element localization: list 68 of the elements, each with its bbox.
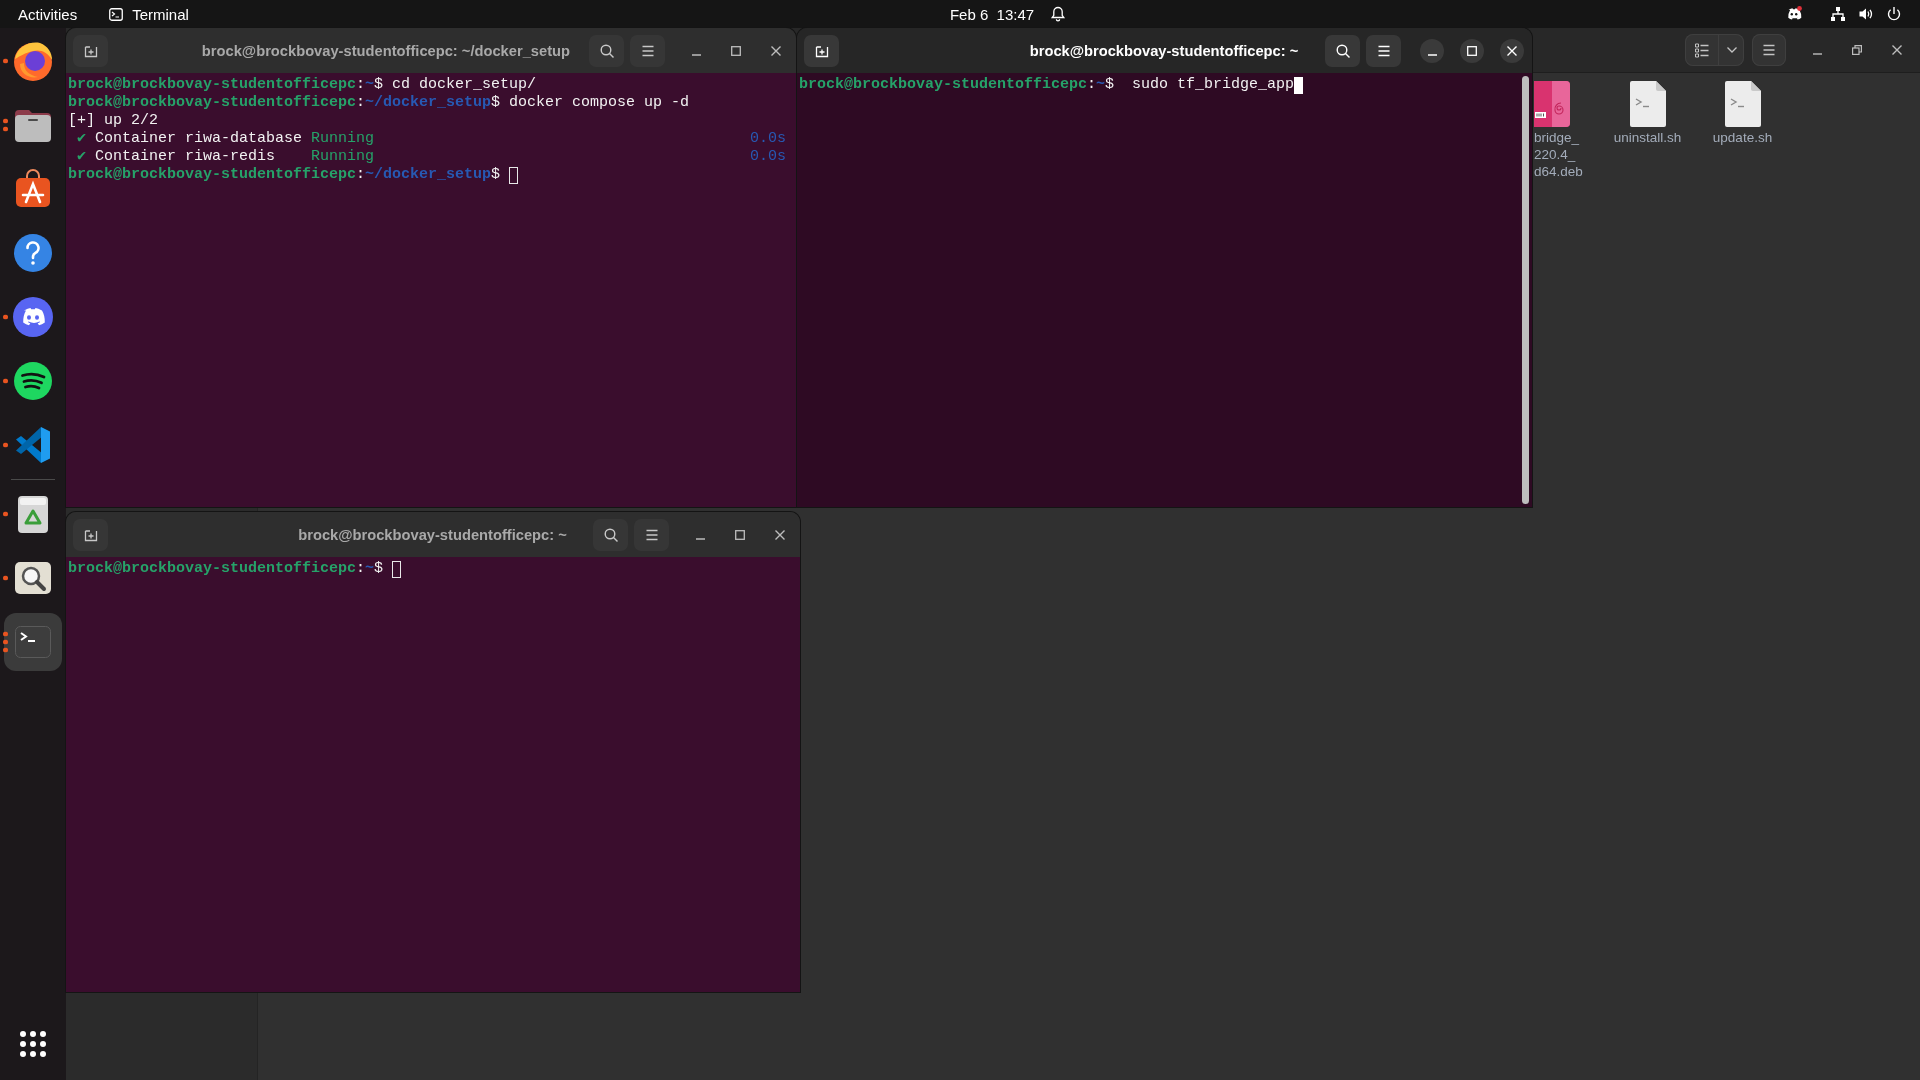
elapsed-time: 0.0s: [750, 130, 786, 148]
script-file-icon[interactable]: [1724, 81, 1761, 127]
maximize-icon: [735, 529, 745, 540]
menu-button[interactable]: [1366, 34, 1401, 67]
close-icon: [775, 529, 785, 540]
close-button[interactable]: [1500, 38, 1524, 63]
maximize-icon: [1467, 45, 1477, 56]
terminal-prompt-icon: [109, 7, 124, 21]
terminal-line: brock@brockbovay-studentofficepc:~/docker_setup$: [68, 166, 502, 184]
terminal-line: brock@brockbovay-studentofficepc:~$ cd docker_setup/: [68, 76, 537, 94]
activities-button[interactable]: Activities: [8, 2, 88, 26]
sound-waves-icon: [12, 360, 54, 402]
close-icon: [1892, 45, 1902, 55]
minimize-icon: [1812, 53, 1822, 55]
terminal-line: ✔ Container riwa-database Running: [76, 130, 375, 148]
search-button[interactable]: [1325, 34, 1360, 67]
network-icon[interactable]: [1830, 6, 1846, 22]
bell-icon: [1050, 6, 1067, 22]
close-icon: [771, 45, 781, 56]
app-grid-icon: [19, 1030, 47, 1058]
script-file-icon[interactable]: [1629, 81, 1666, 127]
search-icon: [598, 42, 615, 59]
menu-button[interactable]: [630, 34, 665, 67]
close-icon: [1507, 45, 1517, 56]
menu-icon: [1761, 42, 1777, 58]
maximize-icon: [731, 45, 741, 56]
new-tab-button[interactable]: [73, 34, 108, 67]
cursor-icon: [509, 166, 519, 184]
search-icon: [602, 526, 619, 543]
menu-button[interactable]: [634, 518, 669, 551]
power-icon[interactable]: [1886, 6, 1902, 22]
minimize-icon: [1427, 53, 1437, 56]
file-name: update.sh: [1712, 129, 1773, 146]
restore-icon: [1852, 45, 1862, 55]
maximize-button[interactable]: [1460, 38, 1484, 63]
minimize-icon: [691, 53, 701, 56]
new-tab-button[interactable]: [804, 34, 839, 67]
window-title: brock@brockbovay-studentofficepc: ~: [298, 526, 567, 543]
app-menu-button[interactable]: Terminal: [99, 2, 199, 26]
controller-face-icon[interactable]: [1786, 6, 1802, 22]
search-button[interactable]: [589, 34, 624, 67]
help-icon: [12, 232, 54, 274]
terminal-line: [+] up 2/2: [68, 112, 158, 130]
scrollbar-thumb[interactable]: [1522, 76, 1529, 504]
list-view-icon: [1693, 42, 1710, 58]
package-file-icon[interactable]: [1534, 81, 1570, 127]
terminal-line: brock@brockbovay-studentofficepc:~/docker_setup$ docker compose up -d: [68, 94, 690, 112]
search-button[interactable]: [593, 518, 628, 551]
search-icon: [1334, 42, 1351, 59]
terminal-line: ✔ Container riwa-redis Running: [76, 148, 375, 166]
minimize-button[interactable]: [1420, 38, 1444, 63]
window-title: brock@brockbovay-studentofficepc: ~/docker_setup: [201, 42, 570, 59]
caret-icon: [1726, 47, 1737, 53]
clock-button[interactable]: Feb 6 13:47: [949, 2, 1067, 26]
speaker-icon[interactable]: [1858, 6, 1874, 22]
minimize-icon: [695, 537, 705, 540]
new-tab-button[interactable]: [73, 518, 108, 551]
controller-face-icon: [12, 296, 54, 338]
file-name: uninstall.sh: [1613, 129, 1682, 146]
terminal-line: brock@brockbovay-studentofficepc:~$: [68, 560, 385, 578]
elapsed-time: 0.0s: [750, 148, 786, 166]
menu-button[interactable]: [1752, 34, 1786, 66]
fox-globe-icon: [12, 40, 54, 82]
window-title: brock@brockbovay-studentofficepc: ~: [1029, 42, 1299, 59]
cursor-icon: [1294, 76, 1304, 94]
cursor-icon: [392, 560, 402, 578]
terminal-line: brock@brockbovay-studentofficepc:~$ sudo tf_bridge_app: [799, 76, 1295, 94]
file-name: bridge_ 220.4_ d64.deb: [1534, 129, 1583, 180]
